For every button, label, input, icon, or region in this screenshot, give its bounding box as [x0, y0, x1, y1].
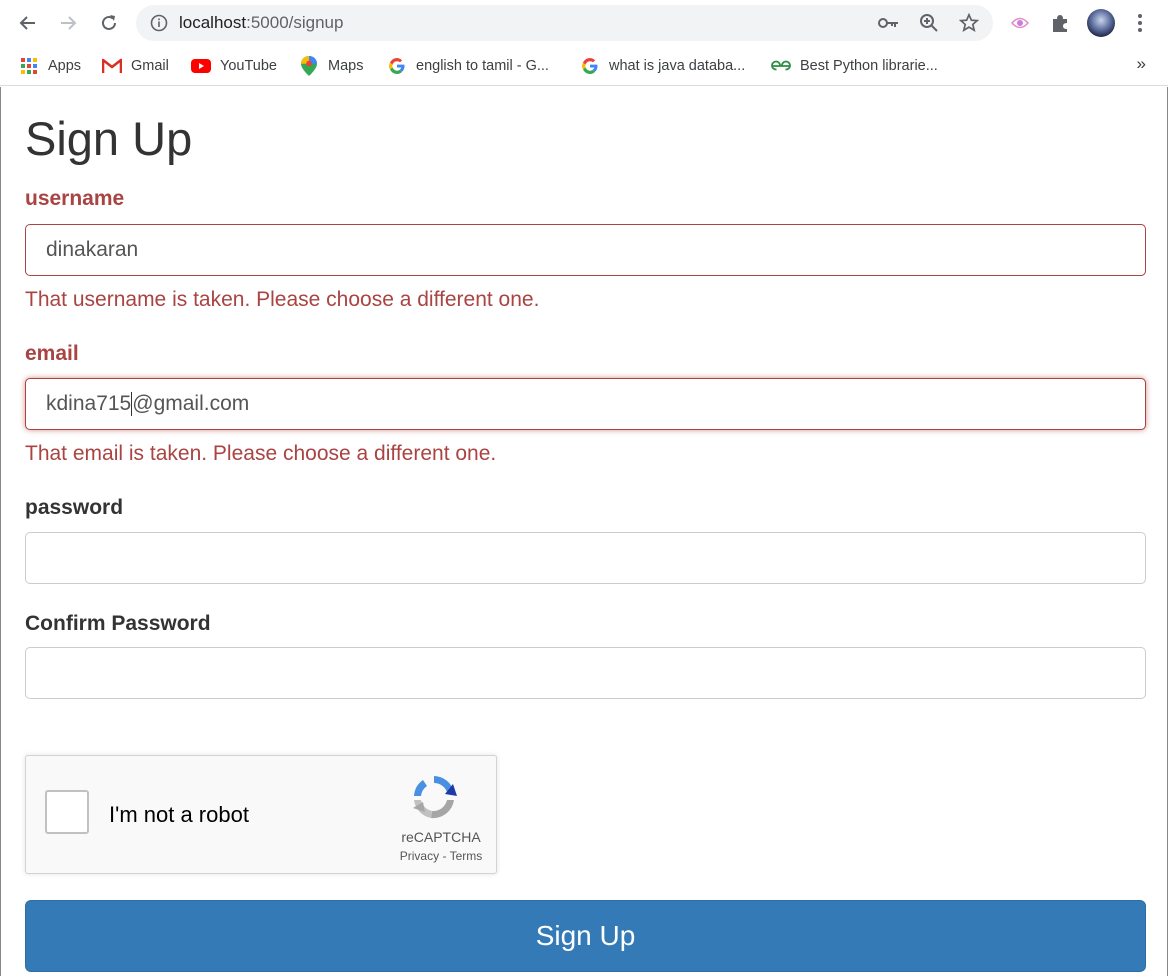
arrow-left-icon: [19, 16, 35, 30]
back-button[interactable]: [13, 8, 43, 38]
email-value-start: kdina715: [46, 392, 132, 415]
username-label: username: [25, 187, 125, 210]
more-bookmarks-button[interactable]: »: [1137, 54, 1146, 74]
url-text[interactable]: localhost:5000/signup: [179, 13, 343, 33]
bookmark-java-database[interactable]: what is java databa...: [580, 55, 745, 77]
geeksforgeeks-icon: [771, 56, 791, 76]
maps-icon: [299, 56, 319, 76]
bookmark-label: english to tamil - G...: [416, 58, 549, 74]
bookmark-python-libraries[interactable]: Best Python librarie...: [771, 55, 938, 77]
bookmark-english-to-tamil[interactable]: english to tamil - G...: [387, 55, 549, 77]
recaptcha-logo-icon: [413, 776, 457, 819]
info-icon[interactable]: [148, 12, 170, 34]
username-error: That username is taken. Please choose a …: [25, 288, 540, 311]
profile-avatar[interactable]: [1087, 9, 1115, 37]
confirm-password-input[interactable]: [25, 647, 1146, 699]
bookmark-maps[interactable]: Maps: [299, 55, 363, 77]
url-host: localhost: [179, 13, 247, 32]
arrow-right-icon: [61, 16, 77, 30]
password-input[interactable]: [25, 532, 1146, 584]
bookmark-label: what is java databa...: [609, 58, 746, 74]
bookmark-label: YouTube: [220, 58, 277, 74]
signup-page: Sign Up username dinakaran That username…: [0, 87, 1168, 976]
password-label: password: [25, 496, 124, 519]
bookmark-youtube[interactable]: YouTube: [191, 55, 277, 77]
star-icon[interactable]: [958, 12, 980, 34]
recaptcha-privacy-link[interactable]: Privacy: [400, 849, 439, 863]
forward-button[interactable]: [53, 8, 83, 38]
extension-icon[interactable]: [1007, 10, 1033, 36]
apps-grid-icon: [19, 56, 39, 76]
google-icon: [387, 56, 407, 76]
username-input[interactable]: dinakaran: [25, 224, 1146, 276]
recaptcha-terms-link[interactable]: Terms: [450, 849, 483, 863]
recaptcha-label: I'm not a robot: [109, 802, 249, 827]
recaptcha-brand: reCAPTCHA: [401, 829, 481, 845]
puzzle-icon[interactable]: [1047, 10, 1073, 36]
username-value: dinakaran: [46, 238, 139, 261]
recaptcha-checkbox[interactable]: [45, 790, 89, 834]
bookmark-label: Maps: [328, 58, 364, 74]
recaptcha-widget: I'm not a robot reCAPTCHA Privacy - Term…: [25, 755, 497, 874]
email-value-end: @gmail.com: [132, 392, 250, 415]
bookmark-label: Apps: [48, 58, 82, 74]
email-input[interactable]: kdina715 @gmail.com: [25, 378, 1146, 430]
address-bar[interactable]: localhost:5000/signup: [136, 5, 993, 41]
sign-up-button[interactable]: Sign Up: [25, 900, 1146, 972]
gmail-icon: [102, 56, 122, 76]
google-icon: [580, 56, 600, 76]
reload-icon: [102, 15, 116, 30]
email-label: email: [25, 342, 79, 365]
zoom-icon[interactable]: [918, 12, 940, 34]
youtube-icon: [191, 56, 211, 76]
browser-toolbar: localhost:5000/signup: [0, 0, 1168, 46]
bookmark-apps[interactable]: Apps: [19, 55, 81, 77]
recaptcha-links: Privacy - Terms: [381, 849, 501, 863]
url-path: :5000/signup: [246, 13, 344, 32]
menu-dots-icon[interactable]: [1127, 10, 1153, 36]
recaptcha-links-separator: -: [442, 849, 447, 863]
confirm-password-label: Confirm Password: [25, 612, 211, 635]
email-error: That email is taken. Please choose a dif…: [25, 442, 497, 465]
bookmark-label: Best Python librarie...: [800, 58, 938, 74]
bookmark-gmail[interactable]: Gmail: [102, 55, 169, 77]
page-title: Sign Up: [25, 112, 193, 165]
key-icon[interactable]: [878, 12, 900, 34]
reload-button[interactable]: [94, 8, 124, 38]
bookmarks-bar: Apps Gmail YouTube Maps english to tamil…: [0, 46, 1168, 86]
bookmark-label: Gmail: [131, 58, 169, 74]
